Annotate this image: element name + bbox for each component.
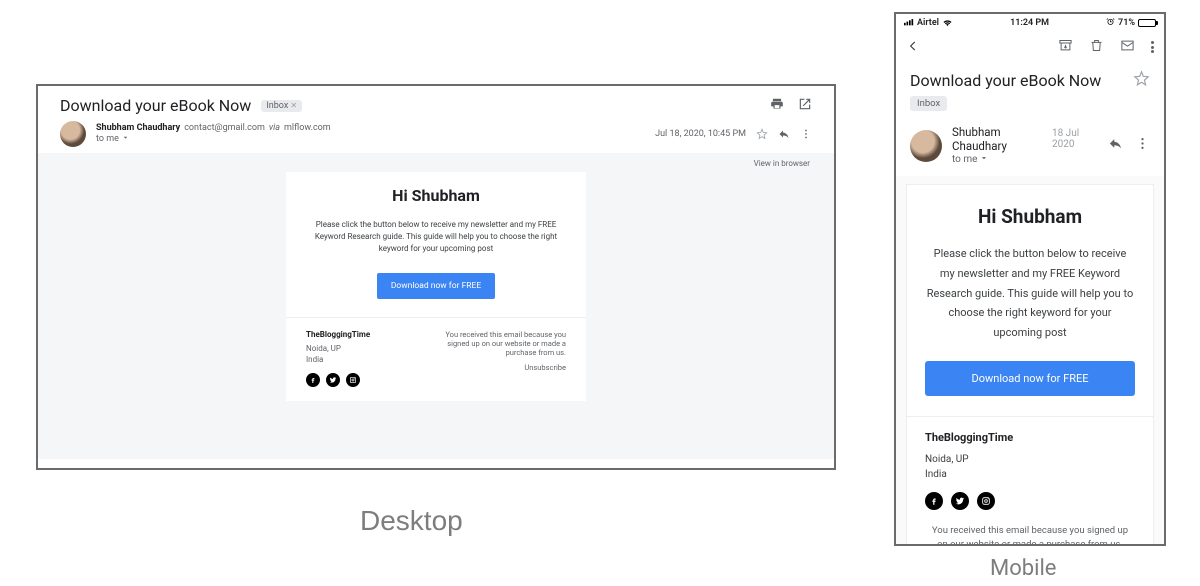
- email-card: Hi Shubham Please click the button below…: [906, 184, 1154, 544]
- mobile-subject-block: Download your eBook Now Inbox: [896, 62, 1164, 113]
- via-domain: mlflow.com: [284, 123, 331, 133]
- mobile-sender-row: Shubham Chaudhary 18 Jul 2020 to me: [896, 113, 1164, 176]
- footer-location-2: India: [306, 355, 323, 364]
- instagram-icon[interactable]: [977, 492, 995, 510]
- footer-reason: You received this email because you sign…: [925, 524, 1135, 544]
- battery-icon: [1138, 19, 1156, 27]
- archive-icon[interactable]: [1058, 38, 1073, 57]
- delete-icon[interactable]: [1089, 38, 1104, 57]
- back-button[interactable]: [906, 38, 920, 57]
- mobile-email-body: Hi Shubham Please click the button below…: [896, 176, 1164, 544]
- recipient-to-line: to me: [96, 134, 119, 144]
- email-greeting: Hi Shubham: [306, 186, 566, 205]
- chevron-down-icon[interactable]: [121, 133, 130, 145]
- footer-brand: TheBloggingTime: [306, 330, 370, 339]
- more-icon[interactable]: [800, 125, 812, 144]
- download-cta-button[interactable]: Download now for FREE: [377, 273, 495, 299]
- footer-location-2: India: [925, 469, 947, 480]
- desktop-sender-row: Shubham Chaudhary contact@gmail.com via …: [38, 119, 834, 153]
- battery-percent: 71%: [1118, 18, 1135, 28]
- unsubscribe-link[interactable]: Unsubscribe: [436, 363, 566, 372]
- email-body-wrapper: View in browser Hi Shubham Please click …: [38, 153, 834, 459]
- facebook-icon[interactable]: [306, 373, 320, 387]
- carrier-name: Airtel: [917, 18, 939, 28]
- desktop-label: Desktop: [360, 505, 463, 537]
- status-clock: 11:24 PM: [1010, 18, 1049, 28]
- email-greeting: Hi Shubham: [925, 205, 1135, 228]
- sender-name: Shubham Chaudhary: [96, 123, 180, 133]
- footer-location-1: Noida, UP: [306, 344, 341, 353]
- desktop-email-client: Download your eBook Now Inbox ✕ Shubham: [36, 84, 836, 470]
- recipient-to-line: to me: [952, 154, 977, 165]
- email-date: 18 Jul 2020: [1052, 128, 1098, 150]
- email-card: Hi Shubham Please click the button below…: [286, 172, 586, 401]
- reply-icon[interactable]: [1108, 136, 1123, 155]
- sender-avatar[interactable]: [60, 121, 86, 147]
- inbox-chip-remove-icon[interactable]: ✕: [290, 101, 297, 110]
- email-body-text: Please click the button below to receive…: [925, 244, 1135, 343]
- inbox-chip[interactable]: Inbox ✕: [261, 100, 302, 112]
- star-icon[interactable]: [756, 125, 768, 144]
- download-cta-button[interactable]: Download now for FREE: [925, 361, 1135, 396]
- sender-name: Shubham Chaudhary: [952, 125, 1046, 153]
- mail-icon[interactable]: [1120, 38, 1135, 57]
- twitter-icon[interactable]: [326, 373, 340, 387]
- open-in-new-icon[interactable]: [798, 96, 812, 115]
- signal-icon: [904, 18, 914, 29]
- view-in-browser-link[interactable]: View in browser: [60, 153, 812, 172]
- more-icon[interactable]: [1135, 136, 1150, 155]
- via-word: via: [269, 123, 280, 133]
- email-body-text: Please click the button below to receive…: [306, 219, 566, 255]
- footer-location-1: Noida, UP: [925, 454, 969, 465]
- sender-avatar[interactable]: [910, 130, 942, 162]
- print-icon[interactable]: [770, 96, 784, 115]
- mobile-email-client: Airtel 11:24 PM 71%: [894, 12, 1166, 546]
- email-subject: Download your eBook Now: [60, 96, 251, 115]
- inbox-chip[interactable]: Inbox: [910, 96, 947, 111]
- alarm-icon: [1106, 17, 1115, 29]
- instagram-icon[interactable]: [346, 373, 360, 387]
- footer-reason: You received this email because you sign…: [436, 330, 566, 357]
- status-bar: Airtel 11:24 PM 71%: [896, 14, 1164, 32]
- chevron-down-icon[interactable]: [979, 153, 989, 166]
- sender-address: contact@gmail.com: [184, 123, 265, 133]
- email-timestamp: Jul 18, 2020, 10:45 PM: [655, 129, 746, 139]
- twitter-icon[interactable]: [951, 492, 969, 510]
- reply-icon[interactable]: [778, 125, 790, 144]
- mobile-toolbar: [896, 32, 1164, 62]
- facebook-icon[interactable]: [925, 492, 943, 510]
- mobile-label: Mobile: [990, 556, 1056, 581]
- wifi-icon: [942, 18, 953, 29]
- footer-brand: TheBloggingTime: [925, 431, 1135, 444]
- star-icon[interactable]: [1133, 70, 1150, 91]
- inbox-chip-label: Inbox: [266, 101, 288, 111]
- email-subject: Download your eBook Now: [910, 71, 1101, 90]
- more-icon[interactable]: [1151, 40, 1154, 55]
- desktop-subject-bar: Download your eBook Now Inbox ✕: [38, 86, 834, 119]
